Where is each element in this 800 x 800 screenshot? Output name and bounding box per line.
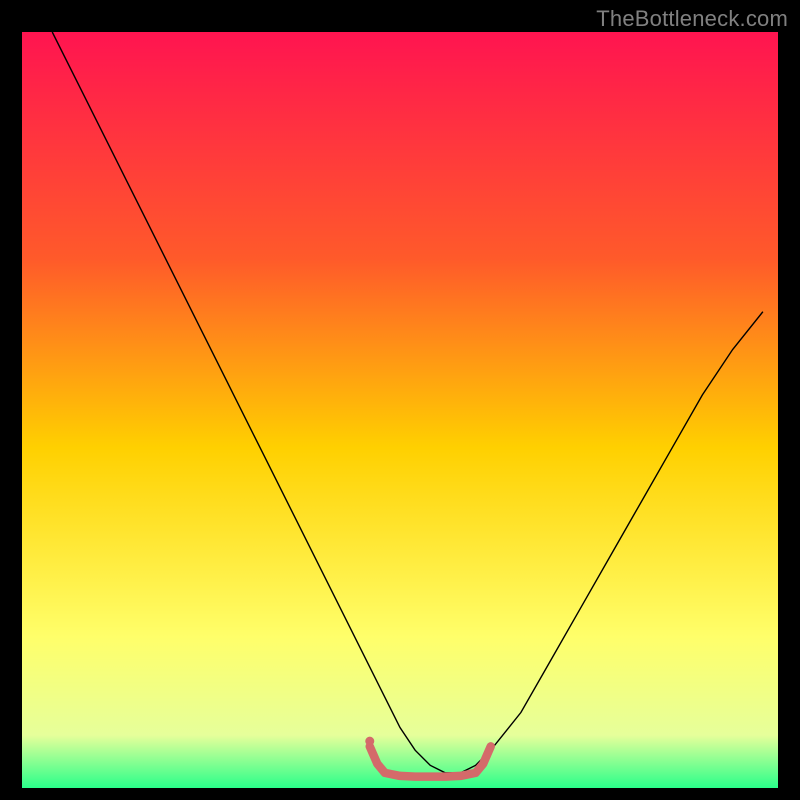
chart-stage: TheBottleneck.com xyxy=(0,0,800,800)
watermark-text: TheBottleneck.com xyxy=(596,6,788,32)
optimal-range-start-dot xyxy=(365,737,374,746)
gradient-background xyxy=(22,32,778,788)
plot-area xyxy=(22,32,778,788)
chart-svg xyxy=(22,32,778,788)
